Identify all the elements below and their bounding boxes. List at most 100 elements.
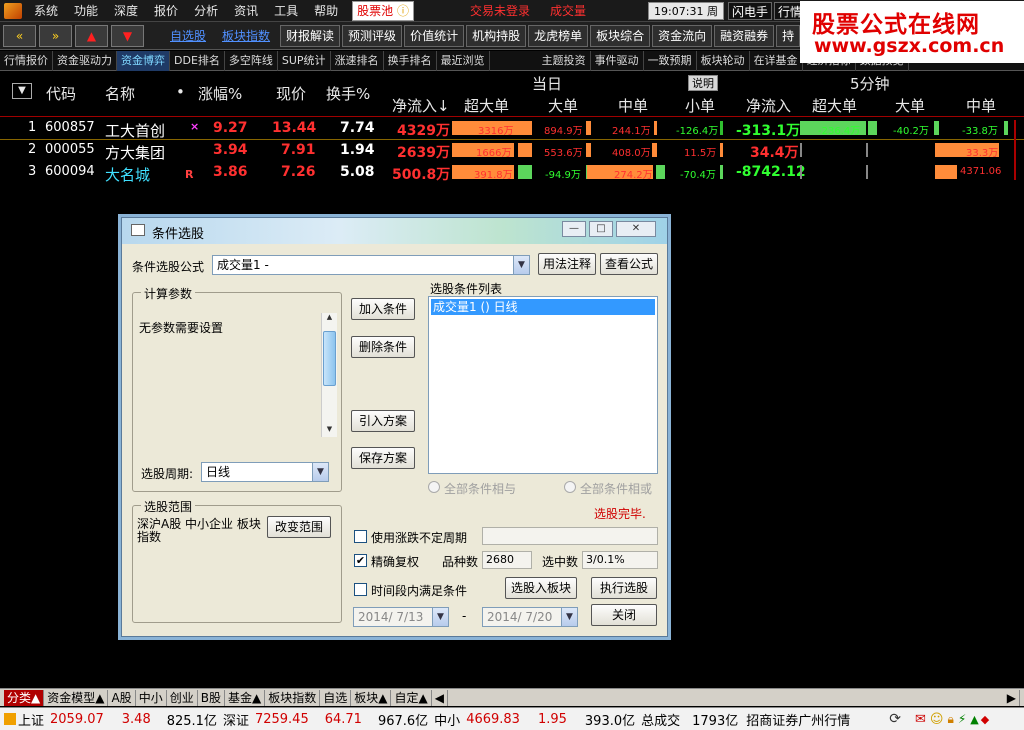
sh-label[interactable]: 上证 [18, 710, 47, 729]
params-scrollbar[interactable]: ▲ ▼ [321, 313, 337, 437]
tab-fund[interactable]: 在详基金 [750, 50, 803, 71]
menu-function[interactable]: 功能 [66, 0, 106, 22]
scroll-thumb[interactable] [323, 331, 336, 386]
chevron-down-icon[interactable]: ▼ [432, 608, 448, 626]
btab-capital-model[interactable]: 资金模型▲ [44, 689, 109, 706]
period-select[interactable]: 日线 ▼ [201, 462, 329, 482]
btab-sme[interactable]: 中小 [136, 689, 167, 706]
menu-analysis[interactable]: 分析 [186, 0, 226, 22]
double-left-arrow-button[interactable]: « [3, 24, 36, 47]
select-to-block-button[interactable]: 选股入板块 [505, 577, 577, 599]
btab-b-share[interactable]: B股 [198, 689, 225, 706]
delete-condition-button[interactable]: 删除条件 [351, 336, 415, 358]
close-icon[interactable]: ✕ [616, 221, 656, 237]
scroll-down-icon[interactable]: ▼ [322, 425, 337, 437]
sz-label[interactable]: 深证 [220, 710, 252, 729]
date-to-picker[interactable]: 2014/ 7/20 ▼ [482, 607, 578, 627]
chevron-down-icon[interactable]: ▼ [312, 463, 328, 481]
net-status-icon[interactable]: ▲ [970, 713, 978, 726]
col-mid[interactable]: 中单 [618, 95, 648, 116]
maximize-icon[interactable]: □ [589, 221, 613, 237]
tab-turnover-rank[interactable]: 换手排名 [384, 50, 437, 71]
tab-event[interactable]: 事件驱动 [591, 50, 644, 71]
menu-quote[interactable]: 报价 [146, 0, 186, 22]
scroll-right-icon[interactable]: ▶ [1004, 689, 1020, 706]
link-sector-index[interactable]: 板块指数 [214, 27, 278, 44]
formula-select[interactable]: 成交量1 - ▼ [212, 255, 530, 275]
scroll-up-icon[interactable]: ▲ [322, 313, 337, 325]
add-condition-button[interactable]: 加入条件 [351, 298, 415, 320]
col-net5[interactable]: 净流入 [746, 95, 791, 116]
import-plan-button[interactable]: 引入方案 [351, 410, 415, 432]
btn-capital-flow[interactable]: 资金流向 [652, 24, 713, 47]
use-uncertain-checkbox[interactable] [354, 530, 367, 543]
tab-capital-game[interactable]: 资金博弈 [117, 50, 170, 71]
tab-capital-drive[interactable]: 资金驱动力 [53, 50, 117, 71]
smile-icon[interactable]: ☺ [930, 712, 944, 727]
tab-consensus[interactable]: 一致预期 [644, 50, 697, 71]
double-right-arrow-button[interactable]: » [39, 24, 72, 47]
btab-category[interactable]: 分类▲ [4, 689, 45, 706]
menu-tools[interactable]: 工具 [266, 0, 306, 22]
col-change[interactable]: 涨幅% [198, 83, 242, 104]
col-small[interactable]: 小单 [685, 95, 715, 116]
radio-all-or[interactable] [564, 481, 576, 493]
tab-rotation[interactable]: 板块轮动 [697, 50, 750, 71]
execute-select-button[interactable]: 执行选股 [591, 577, 657, 599]
table-row[interactable]: 2 000055 方大集团 3.94 7.91 1.94 2639万 1666万… [0, 139, 1024, 162]
chevron-down-icon[interactable]: ▼ [513, 256, 529, 274]
col-price[interactable]: 现价 [276, 83, 306, 104]
dialog-titlebar[interactable]: 条件选股 — □ ✕ [122, 218, 667, 244]
chevron-down-icon[interactable]: ▼ [561, 608, 577, 626]
radio-all-and[interactable] [428, 481, 440, 493]
zx-label[interactable]: 中小 [431, 710, 463, 729]
col-super[interactable]: 超大单 [464, 95, 509, 116]
col-mid5[interactable]: 中单 [966, 95, 996, 116]
btab-gem[interactable]: 创业 [167, 689, 198, 706]
col-name[interactable]: 名称 [105, 83, 135, 104]
btab-a-share[interactable]: A股 [108, 689, 136, 706]
flash-order-button[interactable]: 闪电手 [728, 2, 773, 20]
change-range-button[interactable]: 改变范围 [267, 516, 331, 538]
time-cond-checkbox[interactable] [354, 583, 367, 596]
btn-hold[interactable]: 持 [776, 24, 801, 47]
down-arrow-button[interactable]: ▼ [111, 24, 144, 47]
col-super5[interactable]: 超大单 [812, 95, 857, 116]
btn-report[interactable]: 财报解读 [280, 24, 341, 47]
minimize-icon[interactable]: — [562, 221, 586, 237]
explain-button[interactable]: 说明 [688, 75, 718, 91]
btab-sector[interactable]: 板块▲ [351, 689, 392, 706]
btn-dragon-tiger[interactable]: 龙虎榜单 [528, 24, 589, 47]
usage-note-button[interactable]: 用法注释 [538, 253, 596, 275]
btn-value-stats[interactable]: 价值统计 [404, 24, 465, 47]
sort-dropdown-icon[interactable]: ▼ [12, 83, 32, 99]
condition-list[interactable]: 成交量1 () 日线 [428, 296, 658, 474]
precise-checkbox[interactable]: ✔ [354, 554, 367, 567]
alert-icon[interactable]: ◆ [981, 713, 989, 726]
btab-fund[interactable]: 基金▲ [225, 689, 266, 706]
btab-sector-index[interactable]: 板块指数 [265, 689, 321, 706]
table-row[interactable]: 1 600857 工大首创 × 9.27 13.44 7.74 4329万 33… [0, 117, 1024, 140]
col-big[interactable]: 大单 [548, 95, 578, 116]
btn-institution[interactable]: 机构持股 [466, 24, 527, 47]
tab-recent[interactable]: 最近浏览 [437, 50, 490, 71]
tab-theme[interactable]: 主题投资 [538, 50, 591, 71]
link-watchlist[interactable]: 自选股 [162, 27, 214, 44]
btn-margin[interactable]: 融资融券 [714, 24, 775, 47]
tab-long-short[interactable]: 多空阵线 [225, 50, 278, 71]
btn-forecast[interactable]: 预测评级 [342, 24, 403, 47]
btn-sector[interactable]: 板块综合 [590, 24, 651, 47]
date-from-picker[interactable]: 2014/ 7/13 ▼ [353, 607, 449, 627]
menu-help[interactable]: 帮助 [306, 0, 346, 22]
lock-icon[interactable]: 🔒︎ [947, 712, 953, 727]
col-code[interactable]: 代码 [46, 83, 76, 104]
uncertain-period-field[interactable] [482, 527, 658, 545]
menu-system[interactable]: 系统 [26, 0, 66, 22]
view-formula-button[interactable]: 查看公式 [600, 253, 658, 275]
col-net-inflow[interactable]: 净流入↓ [392, 95, 450, 116]
close-button[interactable]: 关闭 [591, 604, 657, 626]
up-arrow-button[interactable]: ▲ [75, 24, 108, 47]
menu-depth[interactable]: 深度 [106, 0, 146, 22]
stock-pool-button[interactable]: 股票池 ⓘ [352, 0, 414, 21]
btab-custom[interactable]: 自定▲ [391, 689, 432, 706]
